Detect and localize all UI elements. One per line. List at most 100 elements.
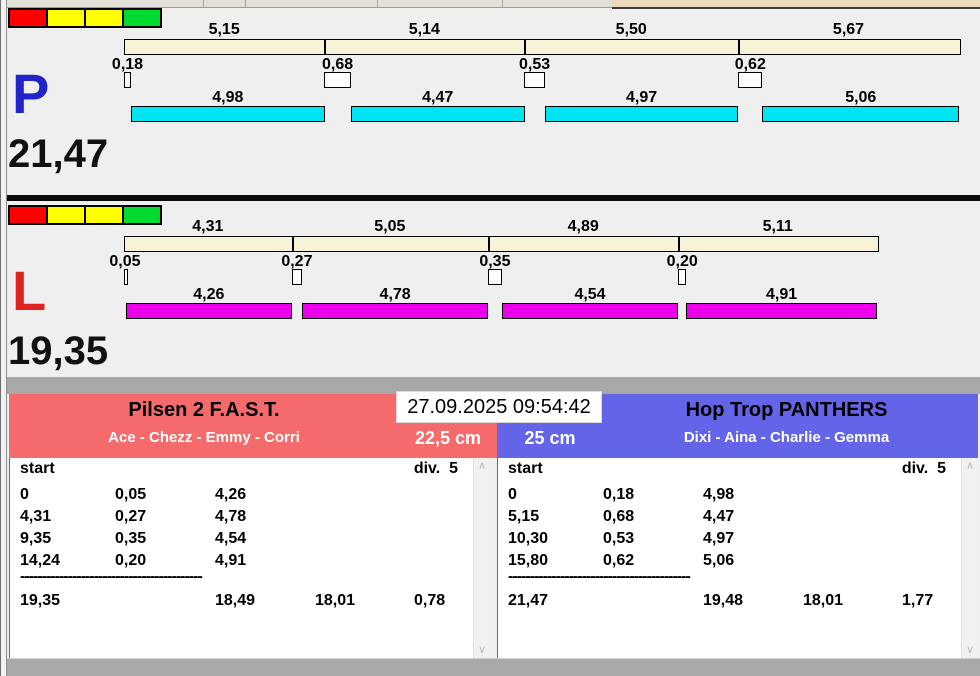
top-strip-divider <box>203 0 204 7</box>
window-bottom-strip <box>7 658 980 676</box>
lane-divider <box>7 195 980 201</box>
table-cell: 0,27 <box>115 508 147 525</box>
leg-time-label: 5,50 <box>615 21 647 38</box>
table-cell: 9,35 <box>20 530 52 547</box>
lane-bars: 5,15 5,14 5,50 5,67 0,18 0,68 0,53 0,62 4,98 4,47… <box>0 8 980 195</box>
window-top-strip <box>7 0 612 8</box>
total-time-bar <box>124 236 880 252</box>
dog-time-label: 4,97 <box>625 89 658 106</box>
lane-bars: 4,31 5,05 4,89 5,11 0,05 0,27 0,35 0,20 4,26 4,78… <box>0 205 980 377</box>
segment-tick <box>488 237 491 251</box>
leg-time-label: 5,15 <box>208 21 240 38</box>
table-cell: 4,91 <box>215 552 247 569</box>
dog-time-label: 4,54 <box>574 286 606 303</box>
lane-panel-p: P 21,47 5,15 5,14 5,50 5,67 0,18 0,68 0,53 0,62… <box>0 8 980 195</box>
dog-time-bar <box>350 106 525 122</box>
dog-time-label: 4,78 <box>379 286 411 303</box>
dog-time-bar <box>131 106 325 122</box>
results-table-right: start div. 5 0 0,18 4,98 5,15 0,68 4,47 10,30 0,5… <box>497 458 961 658</box>
top-strip-divider <box>502 0 503 7</box>
dog-time-bar <box>762 106 960 122</box>
scrollbar-down-arrow[interactable]: ∨ <box>474 642 490 658</box>
dog-time-bar <box>544 106 739 122</box>
team-members: Ace - Chezz - Emmy - Corri <box>108 429 300 446</box>
leg-time-label: 5,11 <box>762 218 793 235</box>
leg-time-label: 4,31 <box>192 218 224 235</box>
scrollbar-right-table[interactable]: ∧ ∨ <box>961 458 977 658</box>
table-total-cell: 19,48 <box>703 592 744 609</box>
table-total-cell: 18,49 <box>215 592 256 609</box>
scrollbar-up-arrow[interactable]: ∧ <box>474 458 490 474</box>
dog-time-bar <box>501 303 679 319</box>
table-header-division: div. 5 <box>901 460 946 477</box>
table-total-cell: 19,35 <box>20 592 61 609</box>
table-header-start: start <box>508 460 543 477</box>
table-total-cell: 21,47 <box>508 592 549 609</box>
dog-time-bar <box>686 303 878 319</box>
table-cell: 0 <box>508 486 517 503</box>
exchange-box <box>324 72 351 88</box>
jump-height-right: 25 cm <box>524 428 576 448</box>
race-timing-window: P 21,47 5,15 5,14 5,50 5,67 0,18 0,68 0,53 0,62… <box>0 0 980 676</box>
table-cell: 4,47 <box>703 508 735 525</box>
table-separator: ----------------------------------------… <box>20 568 203 585</box>
jump-height-left: 22,5 cm <box>414 428 482 448</box>
exchange-box <box>738 72 763 88</box>
date-time-display: 27.09.2025 09:54:42 <box>396 391 602 423</box>
leg-time-label: 5,67 <box>832 21 865 38</box>
top-strip-divider <box>377 0 378 7</box>
segment-tick <box>738 40 741 54</box>
table-cell: 0,53 <box>603 530 635 547</box>
team-members: Dixi - Aina - Charlie - Gemma <box>683 429 890 446</box>
table-header-division: div. 5 <box>413 460 458 477</box>
lane-panel-l: L 19,35 4,31 5,05 4,89 5,11 0,05 0,27 0,35 0,20… <box>0 205 980 377</box>
leg-time-label: 5,14 <box>408 21 440 38</box>
table-total-cell: 18,01 <box>315 592 356 609</box>
table-cell: 0 <box>20 486 29 503</box>
table-cell: 4,78 <box>215 508 247 525</box>
table-cell: 0,68 <box>603 508 635 525</box>
dog-time-bar <box>125 303 292 319</box>
table-cell: 4,31 <box>20 508 52 525</box>
table-cell: 10,30 <box>508 530 549 547</box>
top-strip-divider <box>245 0 246 7</box>
table-cell: 5,15 <box>508 508 540 525</box>
exchange-box <box>124 72 131 88</box>
exchange-box <box>124 269 128 285</box>
exchange-box <box>678 269 687 285</box>
table-cell: 0,35 <box>115 530 147 547</box>
team-name: Pilsen 2 F.A.S.T. <box>128 399 280 421</box>
dog-time-label: 4,98 <box>212 89 244 106</box>
table-header-start: start <box>20 460 55 477</box>
scrollbar-up-arrow[interactable]: ∧ <box>962 458 978 474</box>
segment-tick <box>324 40 327 54</box>
dog-time-label: 4,91 <box>766 286 798 303</box>
segment-tick <box>678 237 681 251</box>
dog-time-bar <box>302 303 489 319</box>
team-name: Hop Trop PANTHERS <box>685 399 888 421</box>
leg-time-label: 4,89 <box>567 218 599 235</box>
table-cell: 0,05 <box>115 486 147 503</box>
segment-tick <box>291 237 294 251</box>
table-cell: 0,18 <box>603 486 635 503</box>
total-time-bar <box>124 39 961 55</box>
table-cell: 4,26 <box>215 486 247 503</box>
leg-time-label: 5,05 <box>374 218 406 235</box>
table-total-cell: 1,77 <box>902 592 934 609</box>
results-table-left: start div. 5 0 0,05 4,26 4,31 0,27 4,78 9,35 0,35… <box>9 458 473 658</box>
scrollbar-left-table[interactable]: ∧ ∨ <box>473 458 489 658</box>
dog-time-label: 5,06 <box>845 89 877 106</box>
table-total-cell: 0,78 <box>414 592 446 609</box>
exchange-box <box>524 72 545 88</box>
exchange-box <box>291 269 303 285</box>
table-cell: 4,98 <box>703 486 735 503</box>
dog-time-label: 4,47 <box>422 89 454 106</box>
table-total-cell: 18,01 <box>803 592 844 609</box>
dog-time-label: 4,26 <box>193 286 225 303</box>
table-cell: 4,97 <box>703 530 735 547</box>
table-cell: 4,54 <box>215 530 247 547</box>
scrollbar-down-arrow[interactable]: ∨ <box>962 642 978 658</box>
table-cell: 5,06 <box>703 552 735 569</box>
segment-tick <box>524 40 527 54</box>
table-separator: ----------------------------------------… <box>508 568 691 585</box>
